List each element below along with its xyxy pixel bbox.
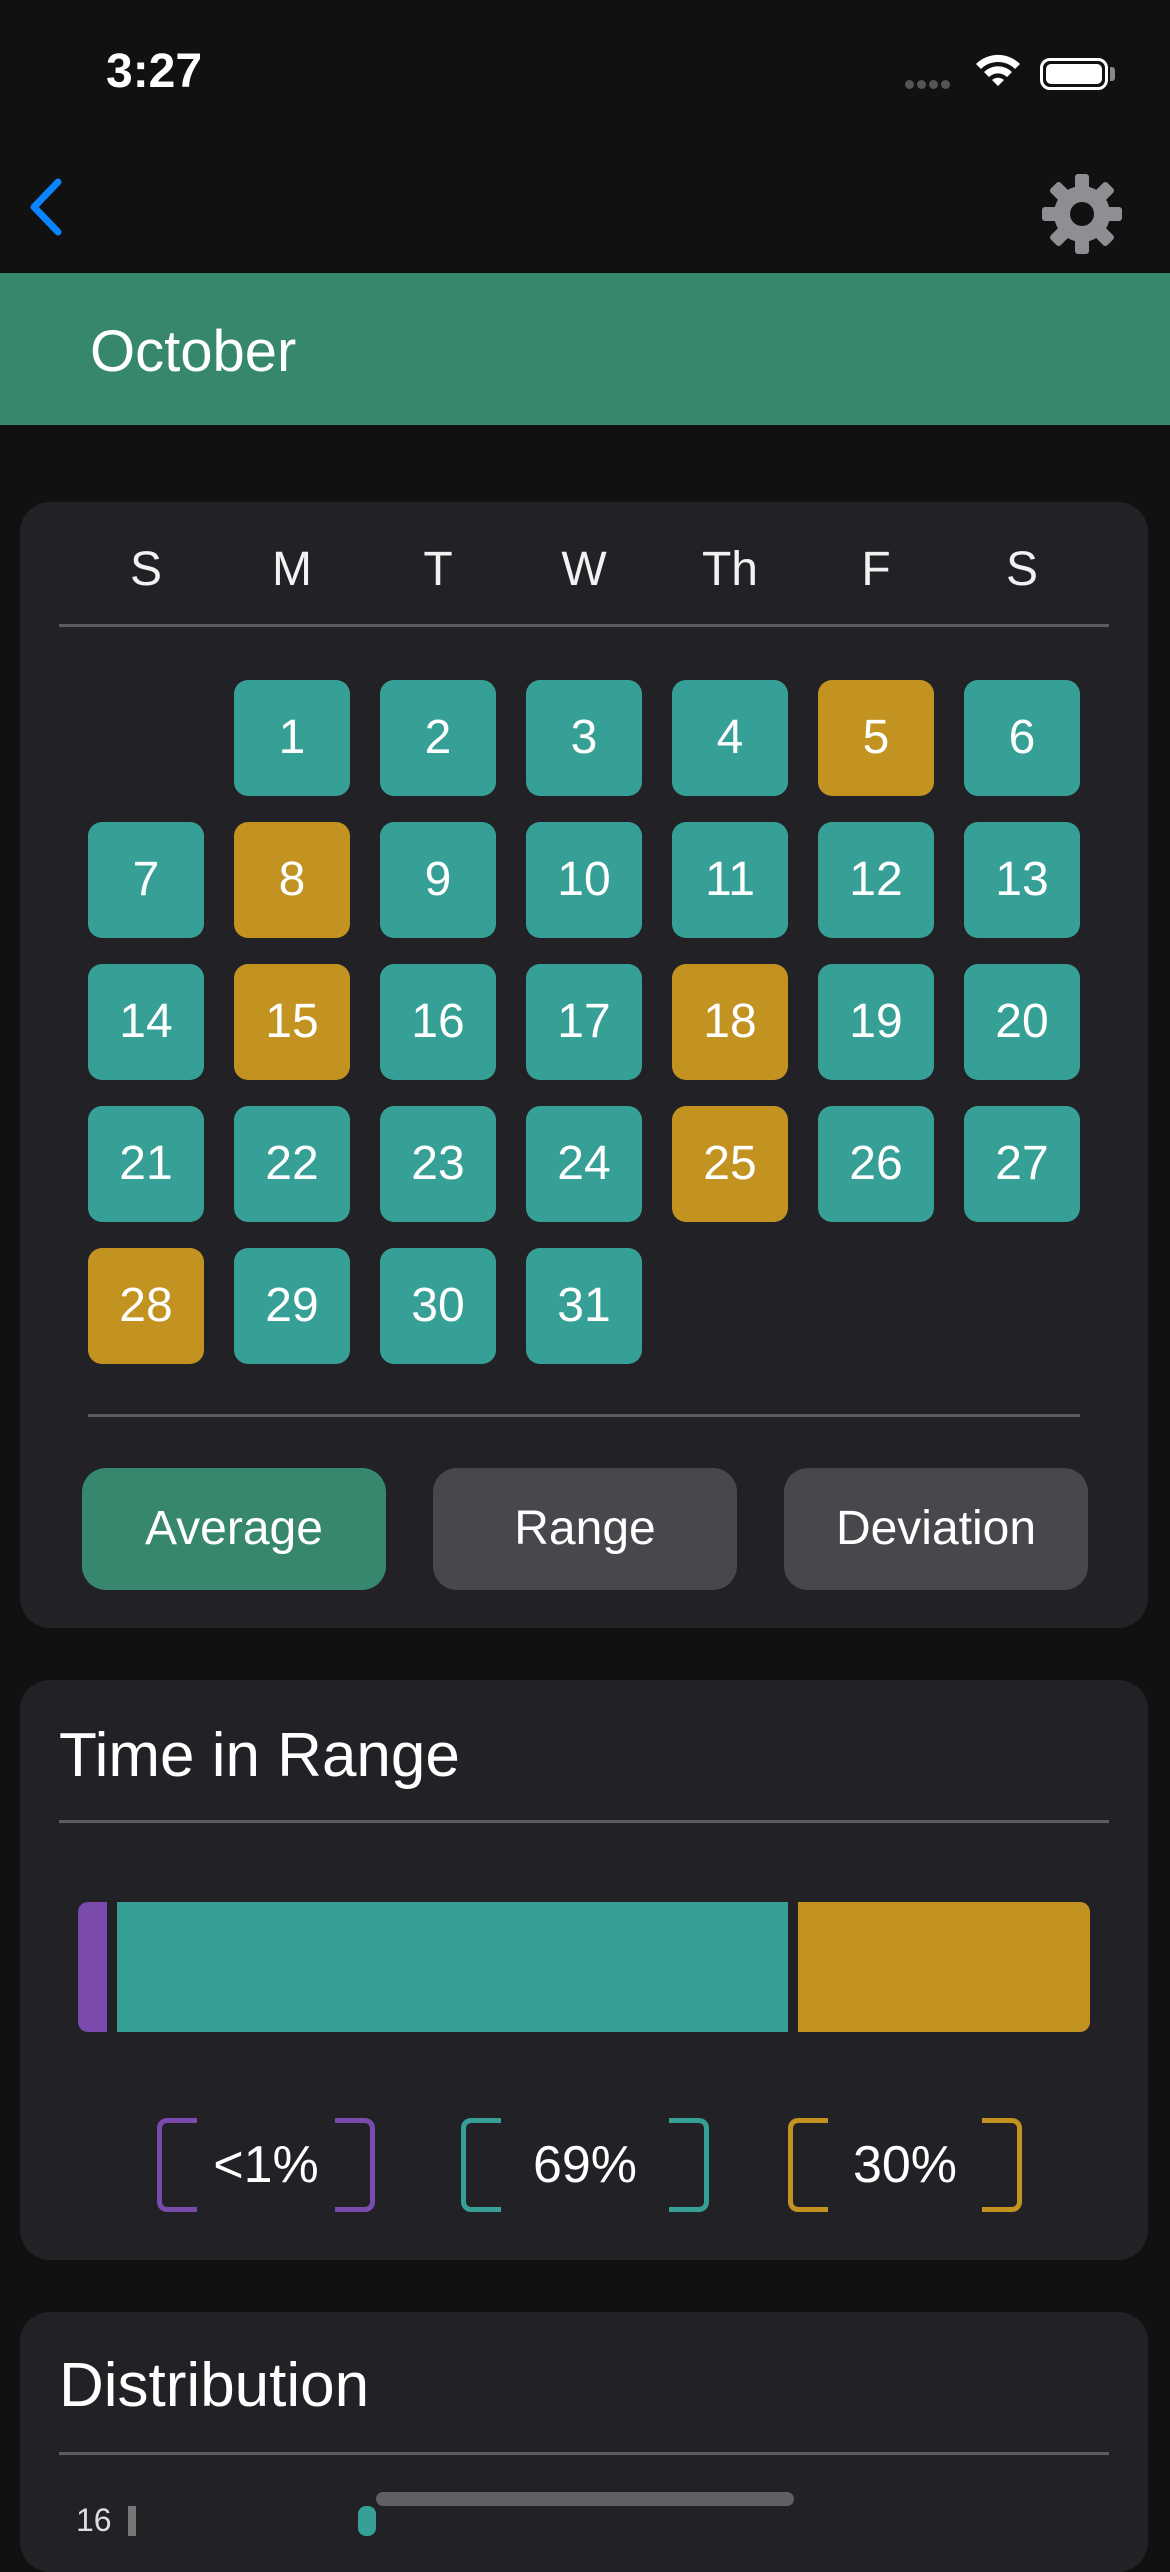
day-cell-9[interactable]: 9 [380, 822, 496, 938]
gear-icon [1042, 174, 1122, 254]
wifi-icon [976, 54, 1020, 86]
left-bracket [461, 2118, 501, 2212]
day-cell-19[interactable]: 19 [818, 964, 934, 1080]
high-percent-label: 30% [852, 2136, 958, 2194]
time-in-range-card: Time in Range <1% 69% 30% [20, 1680, 1148, 2260]
time-in-range-title: Time in Range [59, 1721, 460, 1790]
day-cell-10[interactable]: 10 [526, 822, 642, 938]
day-cell-25[interactable]: 25 [672, 1106, 788, 1222]
left-bracket [788, 2118, 828, 2212]
low-percent: <1% [157, 2118, 375, 2212]
grid-divider [88, 1414, 1080, 1417]
weekday-sat: S [1005, 543, 1038, 596]
status-bar: 3:27 [0, 0, 1170, 150]
distribution-y-tick: 16 [76, 2502, 112, 2538]
chevron-left-icon [30, 178, 62, 236]
right-bracket [335, 2118, 375, 2212]
month-banner: October [0, 273, 1170, 425]
bar-segment-in-range [117, 1902, 789, 2032]
right-bracket [669, 2118, 709, 2212]
day-cell-23[interactable]: 23 [380, 1106, 496, 1222]
day-cell-24[interactable]: 24 [526, 1106, 642, 1222]
right-bracket [982, 2118, 1022, 2212]
day-cell-29[interactable]: 29 [234, 1248, 350, 1364]
settings-button[interactable] [1038, 170, 1126, 258]
battery-cap [1110, 67, 1115, 81]
distribution-title: Distribution [59, 2351, 370, 2420]
high-percent: 30% [788, 2118, 1022, 2212]
day-cell-15[interactable]: 15 [234, 964, 350, 1080]
day-cell-1[interactable]: 1 [234, 680, 350, 796]
distribution-card: Distribution 16 [20, 2312, 1148, 2572]
calendar-card: S M T W Th F S 1 2 3 4 5 6 7 8 9 10 11 12 13 14 15 16 17… [20, 502, 1148, 1628]
range-button[interactable]: Range [433, 1468, 737, 1590]
in-range-percent: 69% [461, 2118, 709, 2212]
day-cell-13[interactable]: 13 [964, 822, 1080, 938]
day-cell-30[interactable]: 30 [380, 1248, 496, 1364]
day-cell-18[interactable]: 18 [672, 964, 788, 1080]
left-bracket [157, 2118, 197, 2212]
average-button[interactable]: Average [82, 1468, 386, 1590]
day-cell-14[interactable]: 14 [88, 964, 204, 1080]
day-cell-12[interactable]: 12 [818, 822, 934, 938]
battery-icon [1040, 58, 1108, 90]
day-cell-6[interactable]: 6 [964, 680, 1080, 796]
time-in-range-divider [59, 1820, 1109, 1823]
low-percent-label: <1% [213, 2136, 319, 2194]
deviation-button[interactable]: Deviation [784, 1468, 1088, 1590]
weekday-sun: S [129, 543, 162, 596]
bar-segment-low [78, 1902, 108, 2032]
day-cell-17[interactable]: 17 [526, 964, 642, 1080]
day-cell-8[interactable]: 8 [234, 822, 350, 938]
weekday-fri: F [861, 543, 891, 596]
day-cell-4[interactable]: 4 [672, 680, 788, 796]
back-button[interactable] [20, 172, 90, 242]
month-title: October [90, 319, 297, 384]
status-time: 3:27 [106, 45, 203, 98]
weekday-thu: Th [701, 543, 758, 596]
day-cell-27[interactable]: 27 [964, 1106, 1080, 1222]
bar-segment-high [798, 1902, 1090, 2032]
in-range-percent-label: 69% [532, 2136, 638, 2194]
home-indicator [376, 2492, 794, 2506]
day-cell-3[interactable]: 3 [526, 680, 642, 796]
weekday-mon: M [272, 543, 312, 596]
distribution-divider [59, 2452, 1109, 2455]
day-cell-31[interactable]: 31 [526, 1248, 642, 1364]
day-cell-28[interactable]: 28 [88, 1248, 204, 1364]
weekday-wed: W [561, 543, 607, 596]
day-cell-20[interactable]: 20 [964, 964, 1080, 1080]
day-cell-16[interactable]: 16 [380, 964, 496, 1080]
weekday-tue: T [423, 543, 453, 596]
weekday-divider [59, 624, 1109, 627]
signal-icon [905, 76, 953, 94]
day-cell-26[interactable]: 26 [818, 1106, 934, 1222]
day-cell-21[interactable]: 21 [88, 1106, 204, 1222]
day-cell-11[interactable]: 11 [672, 822, 788, 938]
day-cell-5[interactable]: 5 [818, 680, 934, 796]
day-cell-22[interactable]: 22 [234, 1106, 350, 1222]
day-cell-7[interactable]: 7 [88, 822, 204, 938]
day-cell-2[interactable]: 2 [380, 680, 496, 796]
